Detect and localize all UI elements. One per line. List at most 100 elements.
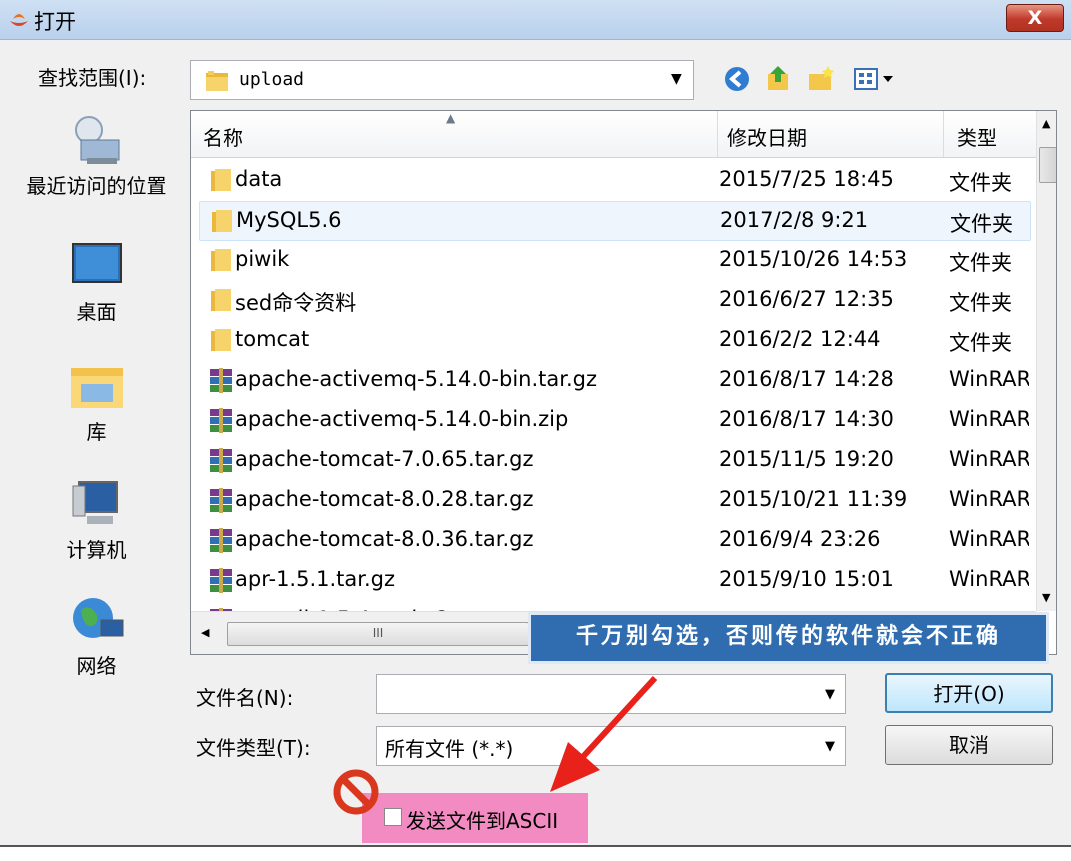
window-title: 打开 <box>34 10 76 34</box>
file-type: WinRAR <box>949 567 1029 591</box>
table-row[interactable]: apache-tomcat-8.0.28.tar.gz 2015/10/21 11… <box>199 481 1029 519</box>
file-date: 2016/8/17 14:30 <box>719 407 894 431</box>
table-row[interactable]: apache-tomcat-7.0.65.tar.gz 2015/11/5 19:… <box>199 441 1029 479</box>
sort-ascending-icon: ▲ <box>446 111 456 125</box>
file-name: tomcat <box>235 327 310 351</box>
lookin-dropdown[interactable]: upload ▼ <box>190 60 694 100</box>
filetype-value: 所有文件 (*.*) <box>385 737 514 761</box>
column-header-type[interactable]: 类型 <box>957 122 997 151</box>
file-date: 2016/2/2 12:44 <box>719 327 881 351</box>
file-type: 文件夹 <box>949 171 1012 195</box>
file-name: MySQL5.6 <box>236 208 342 232</box>
annotation-arrow <box>550 675 658 792</box>
file-name: apache-tomcat-8.0.36.tar.gz <box>235 527 534 551</box>
file-type: WinRAR <box>949 527 1029 551</box>
scroll-down-icon[interactable]: ▼ <box>1042 591 1050 604</box>
sidebar-item-libraries[interactable]: 库 <box>8 360 185 445</box>
file-type: WinRAR <box>949 407 1029 431</box>
file-date: 2015/9/10 15:01 <box>719 567 894 591</box>
sidebar-item-label: 网络 <box>76 654 117 678</box>
cancel-button[interactable]: 取消 <box>885 725 1053 765</box>
table-row[interactable]: apache-tomcat-8.0.36.tar.gz 2016/9/4 23:2… <box>199 521 1029 559</box>
table-row[interactable]: apr-1.5.1.tar.gz 2015/9/10 15:01 WinRAR <box>199 561 1029 599</box>
file-date: 2016/9/4 23:26 <box>719 527 881 551</box>
annotation-tip: 千万别勾选，否则传的软件就会不正确 <box>528 612 1049 664</box>
file-name: piwik <box>235 247 290 271</box>
prohibited-icon <box>333 769 379 815</box>
scroll-thumb[interactable] <box>1039 147 1056 183</box>
file-date: 2015/11/5 19:20 <box>719 447 894 471</box>
folder-icon <box>211 249 231 271</box>
table-row[interactable]: piwik 2015/10/26 14:53 文件夹 <box>199 241 1029 279</box>
archive-icon <box>210 368 232 393</box>
archive-icon <box>210 528 232 553</box>
file-type: WinRAR <box>949 487 1029 511</box>
open-button[interactable]: 打开(O) <box>885 673 1053 713</box>
view-menu-icon[interactable] <box>852 64 898 94</box>
scroll-up-icon[interactable]: ▲ <box>1042 117 1050 130</box>
desktop-icon <box>71 243 122 283</box>
sidebar-item-network[interactable]: 网络 <box>8 594 185 679</box>
folder-icon <box>211 329 231 351</box>
file-name: apr-1.5.1.tar.gz <box>235 567 396 591</box>
file-type: 文件夹 <box>950 212 1013 236</box>
file-type: 文件夹 <box>949 251 1012 275</box>
up-folder-icon[interactable] <box>764 64 794 94</box>
new-folder-icon[interactable] <box>806 64 836 94</box>
scroll-left-icon[interactable]: ◀ <box>201 626 209 639</box>
archive-icon <box>210 488 232 513</box>
folder-icon <box>212 210 232 232</box>
column-header-date[interactable]: 修改日期 <box>727 122 807 151</box>
file-type: WinRAR <box>949 367 1029 391</box>
network-icon <box>72 598 123 638</box>
ascii-option[interactable]: 发送文件到ASCII <box>362 793 588 843</box>
file-date: 2015/7/25 18:45 <box>719 167 894 191</box>
file-type: 文件夹 <box>949 291 1012 315</box>
table-row[interactable]: apache-activemq-5.14.0-bin.tar.gz 2016/8/… <box>199 361 1029 399</box>
file-date: 2016/8/17 14:28 <box>719 367 894 391</box>
file-date: 2016/6/27 12:35 <box>719 287 894 311</box>
title-bar[interactable]: 打开 X <box>0 0 1071 40</box>
table-row[interactable]: data 2015/7/25 18:45 文件夹 <box>199 161 1029 199</box>
folder-icon <box>211 169 231 191</box>
lookin-value: upload <box>239 69 305 90</box>
scroll-thumb[interactable]: III <box>227 622 529 646</box>
libraries-icon <box>70 368 123 408</box>
folder-icon <box>211 289 231 311</box>
file-date: 2015/10/21 11:39 <box>719 487 908 511</box>
computer-icon <box>72 481 118 524</box>
chevron-down-icon[interactable]: ▼ <box>825 739 835 754</box>
filename-label: 文件名(N): <box>196 686 294 710</box>
back-icon[interactable] <box>722 64 752 94</box>
file-name: apache-tomcat-8.0.28.tar.gz <box>235 487 534 511</box>
archive-icon <box>210 408 232 433</box>
sidebar-item-label: 库 <box>86 420 107 444</box>
recent-places-icon <box>74 116 119 164</box>
app-icon <box>10 14 28 26</box>
table-row[interactable]: apache-activemq-5.14.0-bin.zip 2016/8/17 … <box>199 401 1029 439</box>
column-header-name[interactable]: 名称 <box>203 122 243 151</box>
folder-icon <box>206 71 228 91</box>
close-button[interactable]: X <box>1006 4 1064 32</box>
table-row[interactable]: MySQL5.6 2017/2/8 9:21 文件夹 <box>199 201 1031 241</box>
chevron-down-icon[interactable]: ▼ <box>671 71 682 87</box>
table-row[interactable]: sed命令资料 2016/6/27 12:35 文件夹 <box>199 281 1029 319</box>
file-type: 文件夹 <box>949 331 1012 355</box>
sidebar-item-desktop[interactable]: 桌面 <box>8 240 185 325</box>
sidebar-item-label: 最近访问的位置 <box>26 174 167 198</box>
file-name: sed命令资料 <box>235 291 357 315</box>
chevron-down-icon[interactable]: ▼ <box>825 687 835 702</box>
filetype-label: 文件类型(T): <box>196 736 311 760</box>
table-row[interactable]: tomcat 2016/2/2 12:44 文件夹 <box>199 321 1029 359</box>
lookin-label: 查找范围(I): <box>38 66 147 90</box>
file-list[interactable]: 名称 ▲ 修改日期 类型 data 2015/7/25 18:45 文件夹 MySQL… <box>190 110 1057 655</box>
vertical-scrollbar[interactable]: ▲ ▼ <box>1036 111 1056 611</box>
sidebar-item-recent[interactable]: 最近访问的位置 <box>8 114 185 199</box>
file-name: apache-tomcat-7.0.65.tar.gz <box>235 447 534 471</box>
sidebar-item-label: 计算机 <box>66 538 127 562</box>
file-name: apache-activemq-5.14.0-bin.tar.gz <box>235 367 597 391</box>
sidebar-item-computer[interactable]: 计算机 <box>8 478 185 563</box>
file-name: data <box>235 167 283 191</box>
file-date: 2015/10/26 14:53 <box>719 247 908 271</box>
list-header: 名称 ▲ 修改日期 类型 <box>191 111 1056 158</box>
